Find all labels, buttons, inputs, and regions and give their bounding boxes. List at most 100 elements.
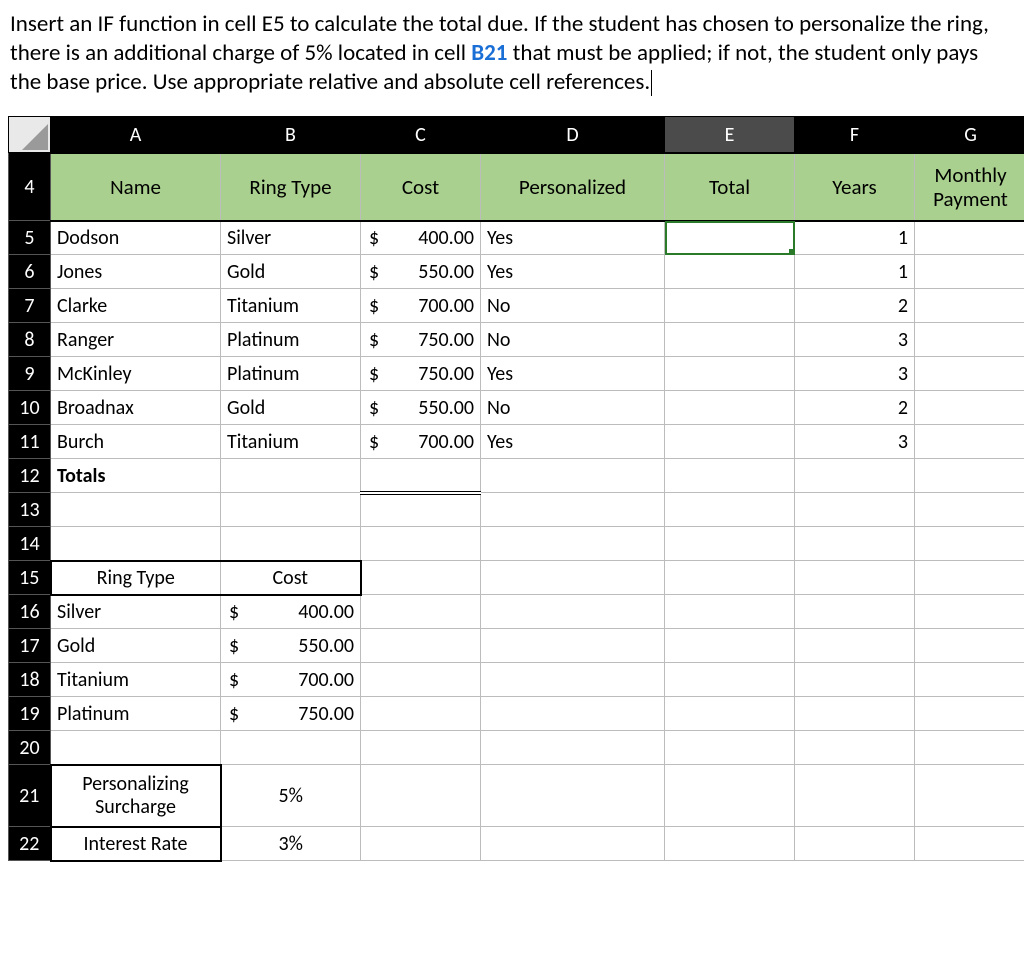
cell-monthly[interactable] — [915, 221, 1024, 255]
cell[interactable] — [481, 827, 665, 861]
cell-cost[interactable]: $550.00 — [361, 391, 481, 425]
cell[interactable] — [795, 629, 915, 663]
cell[interactable] — [51, 731, 221, 765]
cell-total[interactable] — [665, 391, 795, 425]
cell[interactable] — [665, 561, 795, 595]
lookup-cost[interactable]: $750.00 — [221, 697, 361, 731]
row-header[interactable]: 16 — [9, 595, 51, 629]
cell-years[interactable]: 3 — [795, 357, 915, 391]
cell[interactable] — [915, 527, 1024, 561]
interest-label[interactable]: Interest Rate — [51, 827, 221, 861]
row-header[interactable]: 12 — [9, 459, 51, 493]
cell[interactable] — [361, 527, 481, 561]
row-header[interactable]: 14 — [9, 527, 51, 561]
cell[interactable] — [481, 527, 665, 561]
lookup-cost[interactable]: $700.00 — [221, 663, 361, 697]
cell[interactable] — [665, 827, 795, 861]
cell-total[interactable] — [665, 323, 795, 357]
cell[interactable] — [795, 731, 915, 765]
select-all-corner[interactable] — [9, 117, 51, 153]
header-monthly-payment[interactable]: Monthly Payment — [915, 153, 1024, 221]
header-cost[interactable]: Cost — [361, 153, 481, 221]
cell-years[interactable]: 3 — [795, 323, 915, 357]
cell-cost[interactable]: $750.00 — [361, 357, 481, 391]
header-years[interactable]: Years — [795, 153, 915, 221]
cell[interactable] — [51, 527, 221, 561]
cell[interactable] — [361, 595, 481, 629]
cell-pers[interactable]: Yes — [481, 425, 665, 459]
cell-total[interactable] — [665, 255, 795, 289]
cell[interactable] — [481, 595, 665, 629]
cell-monthly[interactable] — [915, 425, 1024, 459]
cell-pers[interactable]: Yes — [481, 255, 665, 289]
cell-pers[interactable]: No — [481, 289, 665, 323]
cell[interactable] — [665, 697, 795, 731]
cell[interactable] — [665, 493, 795, 527]
row-header[interactable]: 9 — [9, 357, 51, 391]
header-total[interactable]: Total — [665, 153, 795, 221]
cell-cost[interactable]: $750.00 — [361, 323, 481, 357]
cell-years[interactable]: 2 — [795, 391, 915, 425]
cell[interactable] — [481, 697, 665, 731]
row-header[interactable]: 11 — [9, 425, 51, 459]
cell[interactable] — [481, 629, 665, 663]
cell-monthly[interactable] — [915, 255, 1024, 289]
cell-ring[interactable]: Platinum — [221, 323, 361, 357]
lookup-cost[interactable]: $400.00 — [221, 595, 361, 629]
cell[interactable] — [795, 765, 915, 827]
cell[interactable] — [665, 663, 795, 697]
cell-name[interactable]: Broadnax — [51, 391, 221, 425]
cell-name[interactable]: Clarke — [51, 289, 221, 323]
cell[interactable] — [665, 595, 795, 629]
row-header[interactable]: 18 — [9, 663, 51, 697]
cell[interactable] — [915, 697, 1024, 731]
cell[interactable] — [481, 663, 665, 697]
cell-total[interactable] — [665, 425, 795, 459]
cell-name[interactable]: Burch — [51, 425, 221, 459]
lookup-ring[interactable]: Titanium — [51, 663, 221, 697]
lookup-ring[interactable]: Silver — [51, 595, 221, 629]
cell-pers[interactable]: No — [481, 391, 665, 425]
row-header[interactable]: 20 — [9, 731, 51, 765]
col-header-G[interactable]: G — [915, 117, 1024, 153]
cell[interactable] — [361, 561, 481, 595]
row-header[interactable]: 13 — [9, 493, 51, 527]
cell[interactable] — [221, 493, 361, 527]
surcharge-label[interactable]: Personalizing Surcharge — [51, 765, 221, 827]
cell[interactable] — [915, 595, 1024, 629]
row-header[interactable]: 5 — [9, 221, 51, 255]
cell-pers[interactable]: Yes — [481, 221, 665, 255]
cell[interactable] — [795, 493, 915, 527]
cell-pers[interactable]: No — [481, 323, 665, 357]
cell[interactable] — [665, 629, 795, 663]
cell[interactable] — [915, 561, 1024, 595]
cell[interactable] — [795, 459, 915, 493]
cell[interactable] — [481, 765, 665, 827]
row-header[interactable]: 7 — [9, 289, 51, 323]
cell[interactable] — [665, 459, 795, 493]
cell-name[interactable]: Jones — [51, 255, 221, 289]
cell-name[interactable]: Ranger — [51, 323, 221, 357]
row-header[interactable]: 17 — [9, 629, 51, 663]
lookup-ring[interactable]: Platinum — [51, 697, 221, 731]
cell-ring[interactable]: Silver — [221, 221, 361, 255]
cell-name[interactable]: McKinley — [51, 357, 221, 391]
totals-cost-cell[interactable] — [361, 459, 481, 493]
cell-monthly[interactable] — [915, 391, 1024, 425]
cell[interactable] — [795, 663, 915, 697]
cell-years[interactable]: 1 — [795, 255, 915, 289]
header-ring-type[interactable]: Ring Type — [221, 153, 361, 221]
row-header[interactable]: 15 — [9, 561, 51, 595]
cell[interactable] — [915, 663, 1024, 697]
cell[interactable] — [795, 595, 915, 629]
cell-ring[interactable]: Gold — [221, 255, 361, 289]
row-header[interactable]: 21 — [9, 765, 51, 827]
cell[interactable] — [915, 731, 1024, 765]
surcharge-value[interactable]: 5% — [221, 765, 361, 827]
cell[interactable] — [795, 527, 915, 561]
cell-monthly[interactable] — [915, 357, 1024, 391]
cell[interactable] — [361, 629, 481, 663]
cell[interactable] — [221, 459, 361, 493]
cell-cost[interactable]: $400.00 — [361, 221, 481, 255]
row-header[interactable]: 8 — [9, 323, 51, 357]
